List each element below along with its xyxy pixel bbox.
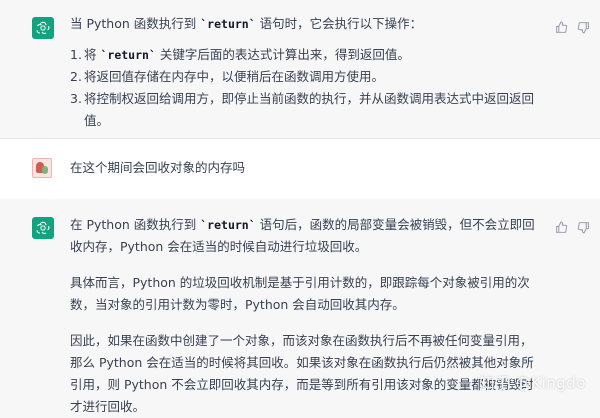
list-text: 将返回值存储在内存中，以便稍后在函数调用方使用。: [84, 69, 385, 84]
inline-code: `return`: [200, 17, 256, 31]
assistant-message-text: 当 Python 函数执行到 `return` 语句时，它会执行以下操作： 1.…: [70, 13, 540, 132]
thumbs-down-icon[interactable]: [577, 19, 590, 38]
paragraph-2: 具体而言，Python 的垃圾回收机制是基于引用计数的，即跟踪每个对象被引用的次…: [70, 275, 530, 312]
list-number: 3.: [70, 91, 82, 106]
inline-code: `return`: [200, 218, 256, 232]
message-intro: 当 Python 函数执行到 `return` 语句时，它会执行以下操作：: [70, 13, 540, 35]
thumbs-down-icon[interactable]: [577, 219, 590, 238]
list-item: 1. 将 `return` 关键字后面的表达式计算出来，得到返回值。: [70, 44, 540, 66]
openai-logo-icon: [32, 217, 54, 239]
message-actions: [555, 19, 590, 38]
list-item: 2. 将返回值存储在内存中，以便稍后在函数调用方使用。: [70, 66, 540, 88]
user-message: 在这个期间会回收对象的内存吗: [0, 138, 600, 200]
user-avatar: [32, 158, 52, 178]
intro-text-end: 语句时，它会执行以下操作：: [255, 16, 423, 31]
paragraph-text: 在 Python 函数执行到: [70, 217, 201, 232]
paragraph-3: 因此，如果在函数中创建了一个对象，而该对象在函数执行后不再被任何变量引用，那么 …: [70, 333, 534, 414]
list-text: 将控制权返回给调用方，即停止当前函数的执行，并从函数调用表达式中返回返回值。: [84, 91, 535, 128]
thumbs-up-icon[interactable]: [555, 219, 568, 238]
assistant-message-1: 当 Python 函数执行到 `return` 语句时，它会执行以下操作： 1.…: [0, 0, 600, 138]
inline-code: `return`: [100, 48, 156, 62]
assistant-message-text: 在 Python 函数执行到 `return` 语句后，函数的局部变量会被销毁，…: [70, 214, 540, 418]
list-item: 3. 将控制权返回给调用方，即停止当前函数的执行，并从函数调用表达式中返回返回值。: [70, 88, 540, 132]
ordered-list: 1. 将 `return` 关键字后面的表达式计算出来，得到返回值。 2. 将返回值…: [70, 44, 540, 132]
intro-text: 当 Python 函数执行到: [70, 16, 201, 31]
list-text: 将: [84, 47, 101, 62]
thumbs-up-icon[interactable]: [555, 19, 568, 38]
message-actions: [555, 219, 590, 238]
user-question: 在这个期间会回收对象的内存吗: [70, 160, 246, 175]
user-message-text: 在这个期间会回收对象的内存吗: [70, 157, 540, 179]
list-number: 1.: [70, 47, 82, 62]
list-number: 2.: [70, 69, 82, 84]
list-text-end: 关键字后面的表达式计算出来，得到返回值。: [155, 47, 410, 62]
openai-logo-icon: [32, 17, 54, 39]
watermark: 知乎 @Kingdo: [479, 374, 586, 392]
paragraph-1: 在 Python 函数执行到 `return` 语句后，函数的局部变量会被销毁，…: [70, 214, 540, 258]
